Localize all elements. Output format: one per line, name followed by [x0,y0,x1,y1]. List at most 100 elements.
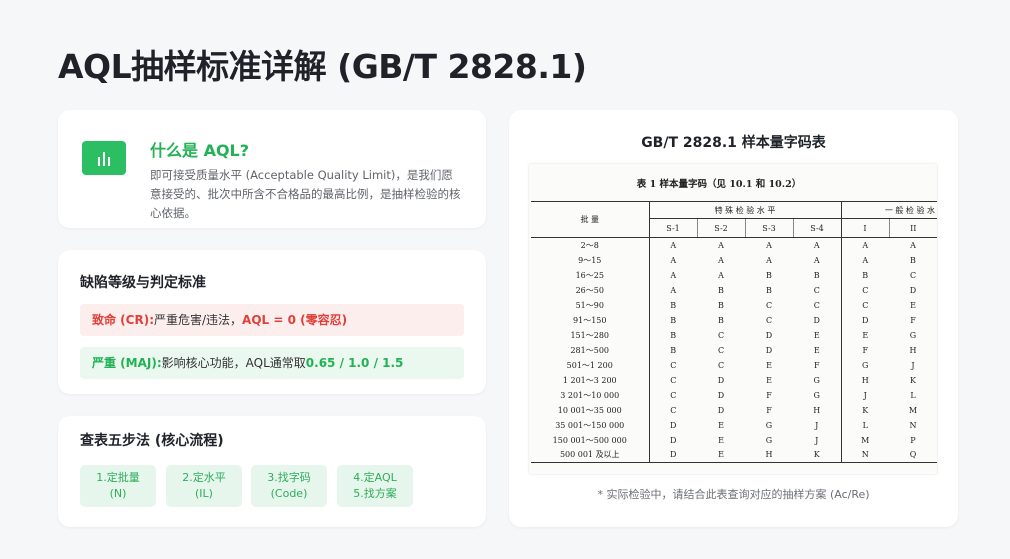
code-letter-cell: D [717,390,725,400]
defect-levels-card: 缺陷等级与判定标准 致命 (CR):严重危害/违法，AQL = 0 (零容忍) … [58,250,486,394]
code-letter-cell: A [718,255,724,265]
table-row: 501～1 200 C C E F G J [531,357,937,373]
code-letter-cell: B [718,315,724,325]
table-footnote: * 实际检验中，请结合此表查询对应的抽样方案 (Ac/Re) [597,488,870,501]
table-row: 16～25 A A B B B C [531,267,937,283]
aql-definition-card: 什么是 AQL? 即可接受质量水平 (Acceptable Quality Li… [58,110,486,228]
code-letter-cell: J [863,390,867,400]
col-header-s1: S-1 [649,218,698,238]
step-chip: 3.找字码 (Code) [251,465,327,507]
code-letter-cell: L [862,420,868,430]
code-letter-cell: F [766,405,772,415]
batch-size-cell: 1 201～3 200 [531,372,650,388]
code-letter-cell: J [911,360,915,370]
code-letter-cell: G [793,372,842,388]
critical-text: 严重危害/违法， [154,313,243,327]
batch-size-cell: 10 001～35 000 [531,402,650,418]
code-letter-cell: M [861,435,870,445]
code-letter-cell: J [793,432,842,448]
code-letter-cell: A [766,255,772,265]
scanned-table-image: 表 1 样本量字码（见 10.1 和 10.2） 批 量 特 殊 检 验 水 平… [529,164,937,474]
code-letter-cell: C [765,315,773,325]
batch-size-cell: 281～500 [531,342,650,358]
col-header-general: 一 般 检 验 水 [841,201,937,219]
code-letter-cell: A [793,237,842,253]
code-letter-cell: C [862,285,869,295]
code-letter-cell: B [862,270,869,280]
col-header-s2: S-2 [697,218,746,238]
major-aql: 0.65 / 1.0 / 1.5 [305,356,404,370]
code-letter-cell: B [793,267,842,283]
code-letter-cell: D [717,405,725,415]
code-letter-cell: D [670,420,677,430]
step-line: (N) [109,487,127,500]
step-chip: 4.定AQL 5.找方案 [337,465,413,507]
table-row: 51～90 B B C C C E [531,297,937,313]
col-header-ii: II [889,218,937,238]
step-line: 2.定水平 [182,471,226,484]
code-letter-cell: D [909,285,917,295]
code-letter-cell: A [793,252,842,268]
batch-size-cell: 151～280 [531,327,650,343]
code-letter-cell: A [766,240,772,250]
table-row: 2～8 A A A A A A [531,237,937,253]
code-letter-cell: E [862,330,869,340]
code-letter-cell: D [649,447,697,463]
code-letter-cell: C [717,330,725,340]
step-line: 3.找字码 [267,471,311,484]
code-letter-cell: H [909,345,917,355]
table-row: 26～50 A B B C C D [531,282,937,298]
code-letter-cell: J [793,417,842,433]
code-letter-cell: B [718,285,724,295]
code-letter-cell: A [718,270,724,280]
code-letter-cell: G [909,330,917,340]
code-letter-cell: A [862,240,869,250]
code-letter-cell: G [765,435,773,445]
batch-size-cell: 51～90 [531,297,650,313]
code-letter-cell: N [841,447,889,463]
bar-chart-icon [82,141,126,175]
major-label: 严重 (MAJ): [92,356,162,370]
table-row: 10 001～35 000 C D F H K M [531,402,937,418]
code-letter-cell: M [908,405,918,415]
code-letter-cell: H [861,375,869,385]
aql-description: 即可接受质量水平 (Acceptable Quality Limit)，是我们愿… [150,168,461,220]
batch-size-cell: 35 001～150 000 [531,417,650,433]
code-letter-cell: E [766,375,772,385]
code-letter-cell: C [909,270,917,280]
code-letter-cell: B [766,270,772,280]
table-row: 3 201～10 000 C D F G J L [531,387,937,403]
code-letter-cell: N [909,420,917,430]
code-letter-cell: E [910,300,916,310]
code-letter-cell: C [670,405,677,415]
code-letter-cell: E [793,342,842,358]
code-letter-cell: C [670,360,677,370]
batch-size-cell: 150 001～500 000 [531,432,650,448]
code-letter-cell: D [765,330,773,340]
batch-size-cell: 16～25 [531,267,650,283]
table-row: 150 001～500 000 D E G J M P [531,432,937,448]
batch-size-cell: 26～50 [531,282,650,298]
code-letter-cell: C [717,360,725,370]
code-letter-cell: C [670,375,677,385]
table-card-title: GB/T 2828.1 样本量字码表 [641,135,826,151]
code-letter-cell: B [766,285,772,295]
code-letter-cell: E [697,447,745,463]
scanned-table-caption: 表 1 样本量字码（见 10.1 和 10.2） [636,179,802,190]
step-chip: 2.定水平 (IL) [166,465,242,507]
batch-size-cell: 9～15 [531,252,650,268]
major-text: 影响核心功能，AQL通常取 [161,356,306,370]
code-letter-cell: C [717,345,725,355]
code-letter-cell: G [793,387,842,403]
defect-levels-title: 缺陷等级与判定标准 [80,275,206,291]
code-letter-cell: A [718,240,724,250]
table-row: 91～150 B B C D D F [531,312,937,328]
col-header-s4: S-4 [793,218,842,238]
code-letter-cell: B [670,345,677,355]
batch-size-cell: 3 201～10 000 [531,387,650,403]
code-letter-cell: H [793,402,842,418]
code-letter-cell: D [717,375,725,385]
code-letter-cell: A [910,240,916,250]
defect-row-major: 严重 (MAJ):影响核心功能，AQL通常取0.65 / 1.0 / 1.5 [80,347,464,379]
col-header-batch: 批 量 [531,201,650,238]
